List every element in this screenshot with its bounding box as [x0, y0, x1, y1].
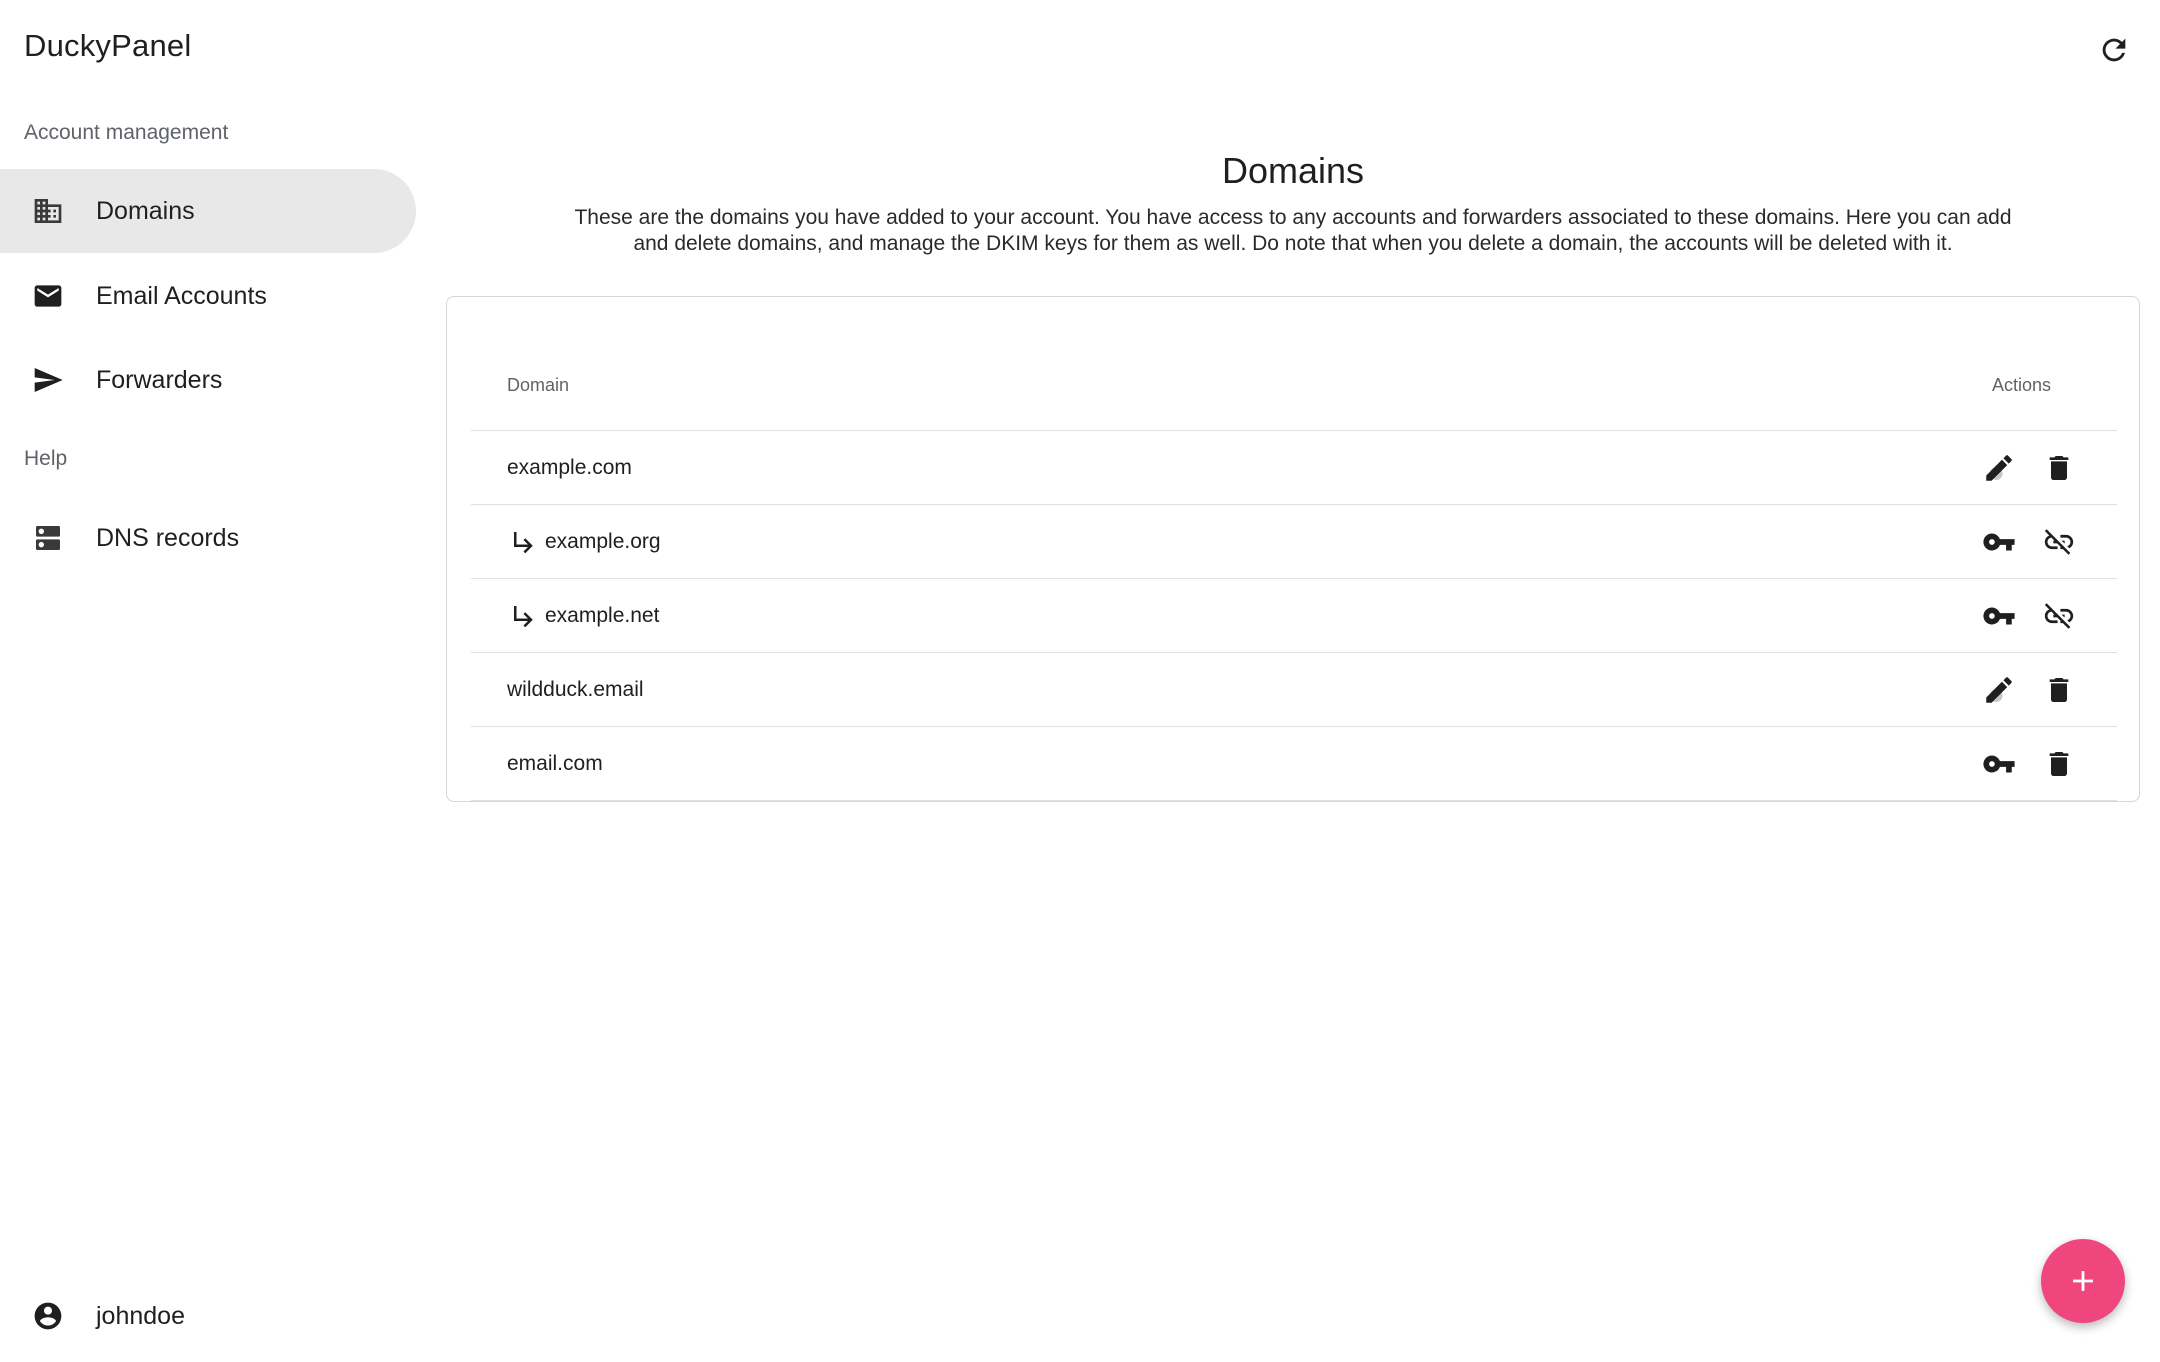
section-account-management: Account management	[24, 121, 229, 144]
user-account[interactable]: johndoe	[0, 1276, 416, 1356]
domain-cell: example.org	[507, 505, 661, 579]
key-icon	[1983, 755, 2015, 773]
delete-button[interactable]	[2041, 672, 2077, 708]
dkim-key-button[interactable]	[1981, 598, 2017, 634]
domains-card: Domain Actions example.com example.org e…	[446, 296, 2140, 802]
delete-icon	[2049, 678, 2069, 702]
row-actions	[1981, 727, 2077, 801]
dkim-key-button[interactable]	[1981, 524, 2017, 560]
column-header-actions: Actions	[1991, 375, 2051, 395]
domain-cell: wildduck.email	[507, 653, 644, 727]
domains-table: Domain Actions example.com example.org e…	[471, 321, 2117, 801]
domain-name[interactable]: example.net	[545, 604, 659, 628]
domain-cell: example.com	[507, 431, 632, 505]
row-actions	[1981, 653, 2077, 727]
subdirectory-arrow-icon	[509, 527, 539, 557]
app-root: DuckyPanel Account management Domains Em…	[0, 0, 2160, 1362]
domain-icon	[32, 195, 64, 227]
domain-cell: example.net	[507, 579, 659, 653]
key-icon	[1983, 533, 2015, 551]
edit-dkim-icon	[1986, 455, 2012, 481]
email-icon	[32, 280, 64, 312]
edit-dkim-icon	[1986, 677, 2012, 703]
table-row: example.com	[471, 431, 2117, 505]
sidebar-item-forwarders[interactable]: Forwarders	[0, 338, 416, 422]
domain-name[interactable]: example.com	[507, 456, 632, 480]
row-actions	[1981, 579, 2077, 653]
table-header: Domain Actions	[471, 321, 2117, 431]
page-title: Domains	[1221, 150, 1365, 191]
table-row: example.org	[471, 505, 2117, 579]
sidebar-item-label: Forwarders	[96, 365, 223, 394]
table-row: wildduck.email	[471, 653, 2117, 727]
unlink-alias-button[interactable]	[2041, 598, 2077, 634]
username: johndoe	[96, 1301, 185, 1330]
dns-icon	[32, 522, 64, 554]
domain-name[interactable]: email.com	[507, 752, 603, 776]
row-actions	[1981, 431, 2077, 505]
delete-icon	[2049, 752, 2069, 776]
dkim-key-button[interactable]	[1981, 746, 2017, 782]
refresh-icon	[2102, 38, 2126, 62]
delete-icon	[2049, 456, 2069, 480]
edit-dkim-button[interactable]	[1981, 672, 2017, 708]
key-icon	[1983, 607, 2015, 625]
delete-button[interactable]	[2041, 450, 2077, 486]
page-description: These are the domains you have added to …	[574, 206, 2012, 255]
row-actions	[1981, 505, 2077, 579]
account-circle-icon	[32, 1300, 64, 1332]
column-header-domain: Domain	[507, 375, 570, 395]
plus-icon	[2073, 1271, 2093, 1291]
send-icon	[32, 364, 64, 396]
domain-name[interactable]: example.org	[545, 530, 661, 554]
table-row: example.net	[471, 579, 2117, 653]
section-help: Help	[24, 447, 68, 470]
refresh-button[interactable]	[2094, 30, 2134, 70]
subdirectory-arrow-icon	[509, 601, 539, 631]
edit-dkim-button[interactable]	[1981, 450, 2017, 486]
unlink-alias-button[interactable]	[2041, 524, 2077, 560]
sidebar-item-dns-records[interactable]: DNS records	[0, 496, 416, 580]
sidebar-item-label: Email Accounts	[96, 281, 267, 310]
sidebar-item-label: Domains	[96, 196, 195, 225]
delete-button[interactable]	[2041, 746, 2077, 782]
add-domain-button[interactable]	[2041, 1239, 2125, 1323]
sidebar-item-domains[interactable]: Domains	[0, 169, 416, 253]
domain-cell: email.com	[507, 727, 603, 801]
unlink-icon	[2044, 529, 2074, 555]
unlink-icon	[2044, 603, 2074, 629]
domain-name[interactable]: wildduck.email	[507, 678, 644, 702]
sidebar-item-label: DNS records	[96, 523, 240, 552]
sidebar: Account management Domains Email Account…	[0, 0, 416, 1362]
sidebar-item-email-accounts[interactable]: Email Accounts	[0, 254, 416, 338]
table-row: email.com	[471, 727, 2117, 801]
